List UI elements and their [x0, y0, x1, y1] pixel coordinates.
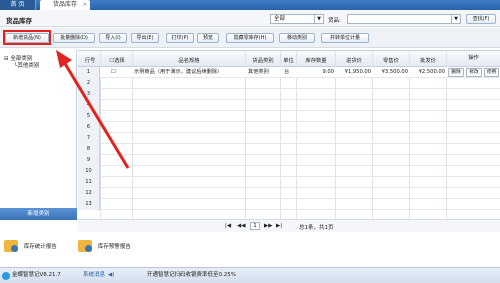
col-select[interactable]: ☐选择: [104, 56, 130, 64]
row-number: 1: [78, 67, 100, 78]
table-header: 行号 ☐选择 品名规格 货品类别 单位 库存数量 进货价 零售价 批发价 操作: [78, 51, 500, 67]
table-row[interactable]: 13: [78, 199, 500, 210]
table-row[interactable]: 7: [78, 133, 500, 144]
category-select[interactable]: 全部 ▼: [270, 14, 324, 24]
row-wholesale-price: ¥2,500.00: [418, 69, 445, 75]
hide-zero-stock-button[interactable]: 隐藏零库存(H): [226, 33, 274, 43]
highlight-box: [3, 30, 51, 45]
row-number: 6: [78, 122, 100, 133]
category-tree: ⊟ 全部类别 └其他类别: [0, 50, 77, 208]
table-row[interactable]: 10: [78, 166, 500, 177]
report-area: 库存统计报告 库存预警报告: [0, 233, 500, 263]
unit-convert-button[interactable]: 并转单位计量: [321, 33, 369, 43]
row-purchase-price: ¥1,950.00: [344, 69, 371, 75]
category-select-value: 全部: [274, 16, 286, 22]
row-delete-button[interactable]: 删除: [448, 68, 464, 77]
table-row[interactable]: 12: [78, 188, 500, 199]
row-number: 7: [78, 133, 100, 144]
page-title: 货品库存: [6, 17, 32, 25]
row-retail-price: ¥3,500.00: [381, 69, 408, 75]
row-disable-button[interactable]: 停用: [484, 68, 499, 77]
table-row[interactable]: 3: [78, 89, 500, 100]
status-ticker: 开通智慧记扫码收银费率低至0.25%: [147, 272, 236, 278]
page-number-input[interactable]: 1: [250, 222, 260, 230]
col-retail-price: 零售价: [383, 58, 399, 64]
collapse-icon[interactable]: ⊟: [4, 56, 9, 62]
report-stock-warning[interactable]: 库存预警报告: [78, 240, 131, 252]
preview-button[interactable]: 预览: [197, 33, 219, 43]
pager: |◀ ◀◀ 1 ▶▶ ▶| 总1条，共1页: [78, 219, 500, 232]
title-row: 货品库存 全部 ▼ 货品: ▼ 查找(F): [0, 10, 500, 27]
col-category: 货品类别: [252, 58, 274, 64]
search-button[interactable]: 查找(F): [466, 14, 496, 24]
record-summary: 总1条，共1页: [299, 225, 334, 231]
table-row[interactable]: 8: [78, 144, 500, 155]
col-unit: 单位: [283, 58, 294, 64]
prev-page-button[interactable]: ◀◀: [237, 223, 245, 229]
table-row[interactable]: 9: [78, 155, 500, 166]
row-name: 示例商品（用于演示，建议后续删除）: [134, 69, 223, 75]
col-stock: 库存数量: [305, 58, 327, 64]
report-label: 库存统计报告: [23, 244, 57, 250]
row-number: 13: [78, 199, 100, 210]
row-checkbox[interactable]: ☐: [111, 67, 116, 78]
batch-delete-button[interactable]: 批量删除(D): [53, 33, 95, 43]
report-icon: [78, 240, 92, 252]
row-number: 8: [78, 144, 100, 155]
tree-item-label: 其他类别: [17, 63, 40, 69]
row-unit: 台: [284, 69, 290, 75]
table-row[interactable]: 2: [78, 78, 500, 89]
toolbar: 新增货品(N) 批量删除(D) 导入(I) 导出(E) 打印(P) 预览 隐藏零…: [0, 28, 500, 48]
row-stock: 9.00: [322, 69, 334, 75]
tab-inventory[interactable]: 货品库存 ✕: [40, 0, 90, 10]
col-wholesale-price: 批发价: [420, 58, 436, 64]
tab-inventory-label: 货品库存: [52, 1, 77, 8]
move-category-button[interactable]: 移动类别: [279, 33, 315, 43]
table-row[interactable]: 6: [78, 122, 500, 133]
table-row[interactable]: 5: [78, 111, 500, 122]
export-button[interactable]: 导出(E): [131, 33, 159, 43]
table-row[interactable]: 1 ☐ 示例商品（用于演示，建议后续删除） 其他类别 台 9.00 ¥1,950…: [78, 67, 500, 78]
import-button[interactable]: 导入(I): [99, 33, 127, 43]
table-row[interactable]: 4: [78, 100, 500, 111]
goods-label: 货品:: [328, 18, 341, 24]
col-actions: 操作: [468, 55, 479, 61]
goods-table: 行号 ☐选择 品名规格 货品类别 单位 库存数量 进货价 零售价 批发价 操作 …: [78, 50, 500, 219]
report-icon: [4, 240, 18, 252]
report-stock-statistics[interactable]: 库存统计报告: [4, 240, 57, 252]
table-row[interactable]: 11: [78, 177, 500, 188]
last-page-button[interactable]: ▶|: [276, 223, 282, 229]
new-category-button[interactable]: 新增类别: [0, 208, 77, 220]
row-number: 12: [78, 188, 100, 199]
row-number: 4: [78, 100, 100, 111]
row-number: 5: [78, 111, 100, 122]
first-page-button[interactable]: |◀: [225, 223, 231, 229]
row-category: 其他类别: [248, 69, 269, 75]
speaker-icon: ◀): [108, 272, 115, 278]
close-icon[interactable]: ✕: [83, 0, 87, 10]
row-number: 11: [78, 177, 100, 188]
next-page-button[interactable]: ▶▶: [264, 223, 272, 229]
col-purchase-price: 进货价: [346, 58, 362, 64]
app-version: 金蝶智慧记V8.21.7: [12, 272, 61, 278]
tree-item-other[interactable]: └其他类别: [14, 61, 39, 69]
status-bar: 金蝶智慧记V8.21.7 系统消息 ◀) 开通智慧记扫码收银费率低至0.25%: [0, 267, 500, 283]
print-button[interactable]: 打印(P): [166, 33, 194, 43]
app-logo-icon: [2, 272, 10, 280]
row-number: 2: [78, 78, 100, 89]
row-number: 10: [78, 166, 100, 177]
row-edit-button[interactable]: 修改: [466, 68, 482, 77]
col-select-label: 选择: [114, 58, 125, 64]
row-number: 3: [78, 89, 100, 100]
row-number: 9: [78, 155, 100, 166]
col-row-number: 行号: [84, 58, 96, 64]
tab-bar: 首 页 货品库存 ✕: [0, 0, 500, 10]
col-name: 品名规格: [178, 58, 200, 64]
tab-home[interactable]: 首 页: [0, 0, 36, 10]
chevron-down-icon: ▼: [451, 15, 460, 23]
report-label: 库存预警报告: [97, 244, 131, 250]
chevron-down-icon: ▼: [314, 15, 323, 23]
system-news-link[interactable]: 系统消息: [83, 268, 105, 283]
goods-input[interactable]: ▼: [347, 14, 461, 24]
